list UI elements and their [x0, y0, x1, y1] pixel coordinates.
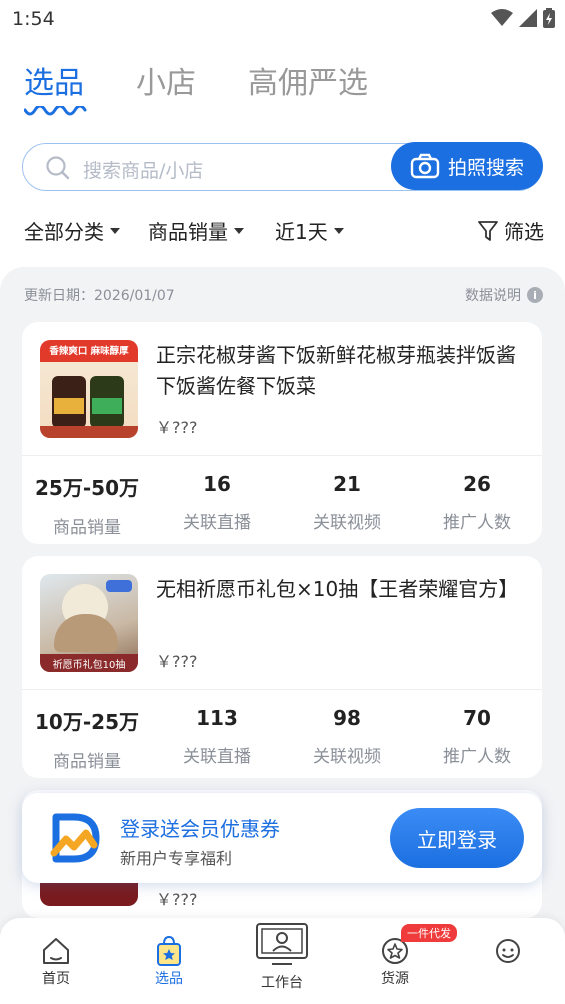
status-bar: 1:54: [0, 0, 565, 40]
stat-live: 16 关联直播: [183, 472, 251, 533]
card-divider: [22, 455, 542, 456]
caret-down-icon: [234, 227, 244, 234]
product-price: ￥???: [156, 652, 198, 671]
login-button[interactable]: 立即登录: [390, 808, 524, 868]
nav-selection-label: 选品: [155, 971, 183, 987]
nav-home-label: 首页: [42, 971, 70, 987]
monitor-icon: [256, 923, 308, 965]
nav-goods-source-label: 货源: [381, 971, 409, 987]
status-time: 1:54: [12, 8, 55, 30]
product-thumbnail: 祈愿币礼包10抽: [40, 574, 138, 672]
caret-down-icon: [110, 227, 120, 234]
status-icons: [491, 8, 555, 28]
battery-icon: [543, 8, 555, 28]
product-stats: 10万-25万 商品销量 113 关联直播 98 关联视频 70 推广人数: [22, 706, 542, 772]
data-note-label: 数据说明: [465, 288, 521, 304]
product-price: ￥???: [156, 418, 198, 437]
product-card[interactable]: 祈愿币礼包10抽 无相祈愿币礼包×10抽【王者荣耀官方】 ￥??? 10万-25…: [22, 556, 542, 778]
nav-workbench[interactable]: 工作台: [242, 918, 322, 992]
nav-goods-source[interactable]: 一件代发 货源: [355, 924, 457, 988]
card-divider: [22, 689, 542, 690]
tab-high-commission[interactable]: 高佣严选: [248, 58, 368, 102]
dropship-badge: 一件代发: [401, 924, 457, 942]
tab-shop[interactable]: 小店: [136, 58, 196, 102]
product-thumbnail: 香辣爽口 麻味醇厚: [40, 340, 138, 438]
app-logo-icon: [50, 813, 100, 863]
search-icon: [46, 156, 70, 180]
funnel-icon: [478, 220, 498, 241]
top-tabs: 选品 小店 高佣严选: [24, 58, 368, 102]
login-promo-banner[interactable]: 登录送会员优惠券 新用户专享福利 立即登录: [22, 793, 542, 883]
wifi-icon: [491, 9, 513, 26]
search-input[interactable]: 搜索商品/小店: [83, 156, 203, 183]
stat-video: 21 关联视频: [313, 472, 381, 533]
sales-dropdown[interactable]: 商品销量: [148, 216, 244, 245]
thumb-banner-text: 香辣爽口 麻味醇厚: [49, 346, 129, 357]
category-dropdown[interactable]: 全部分类: [24, 216, 120, 245]
product-thumbnail: [40, 880, 138, 906]
camera-icon: [410, 153, 440, 179]
photo-search-label: 拍照搜索: [447, 156, 524, 179]
update-date: 更新日期：2026/01/07: [24, 288, 175, 304]
search-bar[interactable]: 搜索商品/小店 拍照搜索: [22, 142, 543, 191]
active-tab-indicator: [24, 106, 87, 116]
product-card[interactable]: 香辣爽口 麻味醇厚 正宗花椒芽酱下饭新鲜花椒芽瓶装拌饭酱下饭酱佐餐下饭菜 ￥??…: [22, 322, 542, 544]
nav-profile[interactable]: [468, 934, 548, 968]
stat-promoters: 26 推广人数: [443, 472, 511, 533]
product-price: ￥???: [156, 890, 198, 909]
category-label: 全部分类: [24, 220, 104, 244]
period-label: 近1天: [275, 220, 328, 244]
thumb-banner-text: 祈愿币礼包10抽: [52, 660, 126, 671]
promo-subtitle: 新用户专享福利: [120, 849, 233, 868]
data-note-link[interactable]: 数据说明 i: [465, 285, 543, 305]
caret-down-icon: [333, 227, 344, 234]
stat-sales: 25万-50万 商品销量: [35, 476, 139, 538]
filter-label: 筛选: [504, 220, 544, 244]
signal-icon: [519, 9, 537, 27]
photo-search-button[interactable]: 拍照搜索: [391, 142, 543, 190]
shopping-bag-icon: [157, 935, 181, 966]
stat-live: 113 关联直播: [183, 706, 251, 767]
nav-home[interactable]: 首页: [16, 934, 96, 988]
info-icon: i: [527, 287, 543, 303]
tab-selection[interactable]: 选品: [24, 58, 84, 102]
nav-workbench-label: 工作台: [261, 975, 303, 991]
nav-selection[interactable]: 选品: [129, 934, 209, 988]
stat-video: 98 关联视频: [313, 706, 381, 767]
profile-icon: [496, 939, 520, 963]
bottom-nav: 首页 选品 工作台 一件代发 货源: [0, 918, 565, 1004]
sales-label: 商品销量: [148, 220, 228, 244]
product-title: 正宗花椒芽酱下饭新鲜花椒芽瓶装拌饭酱下饭酱佐餐下饭菜: [156, 343, 516, 398]
product-stats: 25万-50万 商品销量 16 关联直播 21 关联视频 26 推广人数: [22, 472, 542, 538]
promo-title: 登录送会员优惠券: [120, 817, 280, 841]
stat-sales: 10万-25万 商品销量: [35, 710, 139, 772]
period-dropdown[interactable]: 近1天: [275, 216, 344, 245]
filter-row: 全部分类 商品销量 近1天 筛选: [24, 216, 544, 248]
home-icon: [43, 938, 69, 964]
product-title: 无相祈愿币礼包×10抽【王者荣耀官方】: [156, 577, 519, 601]
filter-button[interactable]: 筛选: [478, 216, 544, 245]
stat-promoters: 70 推广人数: [443, 706, 511, 767]
